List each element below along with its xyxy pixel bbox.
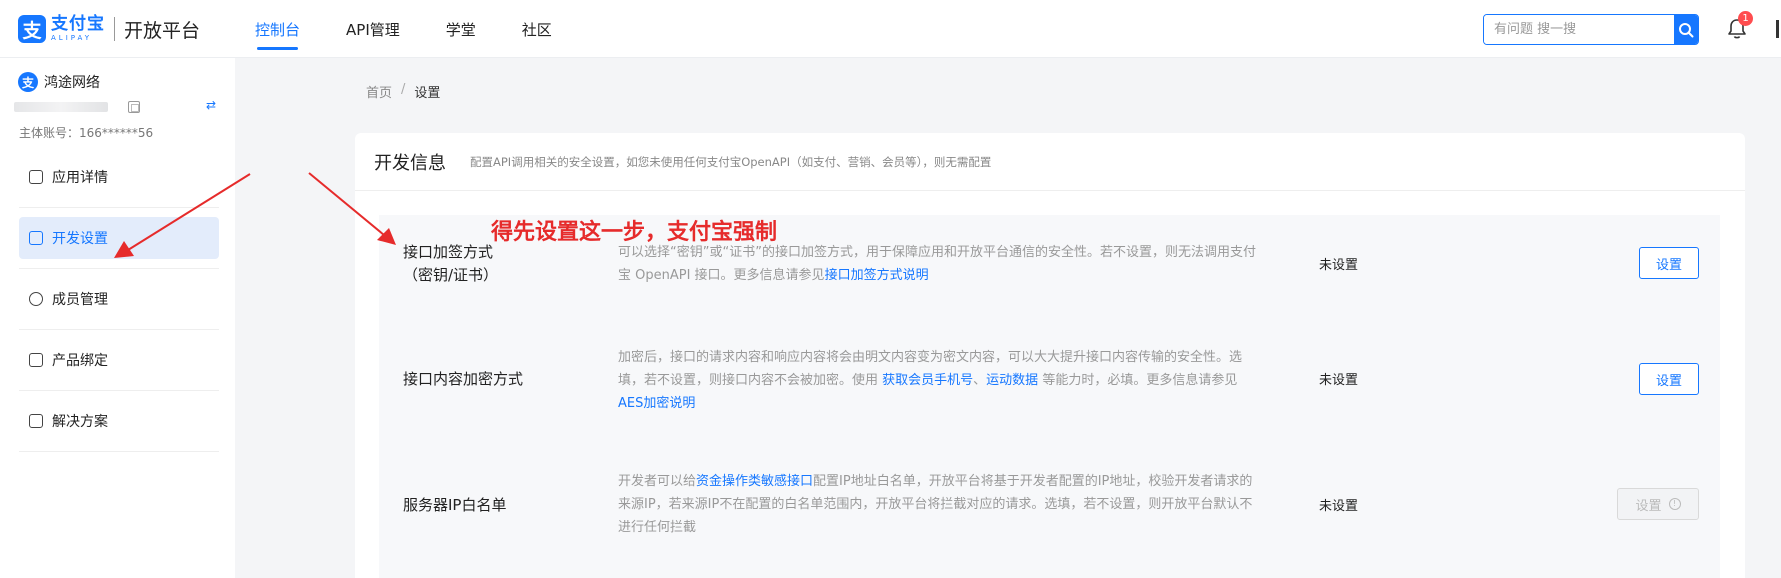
nav-academy[interactable]: 学堂	[446, 0, 476, 58]
row-description-sep: 、	[973, 373, 987, 388]
org-alipay-icon: 支	[18, 72, 38, 92]
row-title-line2: （密钥/证书）	[403, 266, 499, 284]
alipay-logo[interactable]: 支 支付宝 ALIPAY 开放平台	[18, 15, 200, 43]
solution-icon	[29, 414, 43, 428]
notification-button[interactable]: 1	[1727, 11, 1753, 40]
breadcrumb-separator: /	[401, 82, 406, 97]
sidebar-item-label: 应用详情	[52, 170, 108, 186]
nav-console[interactable]: 控制台	[255, 0, 300, 58]
search-icon	[1679, 22, 1694, 37]
settings-row-ip-whitelist: 服务器IP白名单 开发者可以给资金操作类敏感接口配置IP地址白名单，开放平台将基…	[379, 458, 1720, 568]
content-encryption-settings-button[interactable]: 设置	[1639, 363, 1699, 395]
sign-method-settings-button[interactable]: 设置	[1639, 247, 1699, 279]
row-title: 服务器IP白名单	[403, 494, 506, 517]
sidebar-item-label: 产品绑定	[52, 353, 108, 369]
search-button[interactable]	[1674, 15, 1698, 44]
member-phone-link[interactable]: 获取会员手机号	[882, 373, 973, 388]
sidebar-item-app-detail[interactable]: 应用详情	[19, 156, 219, 208]
row-title-line1: 接口加签方式	[403, 243, 494, 261]
search-box	[1483, 14, 1699, 45]
sidebar-menu: 应用详情 开发设置 成员管理 产品绑定 解决方案	[19, 156, 219, 461]
dev-info-card: 开发信息 配置API调用相关的安全设置，如您未使用任何支付宝OpenAPI（如支…	[355, 133, 1745, 578]
app-detail-icon	[29, 170, 43, 184]
button-label: 设置	[1635, 498, 1662, 514]
settings-row-content-encryption: 接口内容加密方式 加密后，接口的请求内容和响应内容将会由明文内容变为密文内容，可…	[379, 333, 1720, 443]
row-description-text-2: 等能力时，必填。更多信息请参见	[1038, 373, 1238, 388]
row-description: 加密后，接口的请求内容和响应内容将会由明文内容变为密文内容，可以大大提升接口内容…	[618, 346, 1258, 415]
row-status: 未设置	[1319, 258, 1359, 273]
logo-text: 支付宝 ALIPAY	[51, 16, 105, 42]
sidebar-item-members[interactable]: 成员管理	[19, 278, 219, 330]
platform-title: 开放平台	[124, 19, 201, 42]
switch-app-icon[interactable]: ⇄	[206, 98, 216, 112]
info-icon: !	[1668, 498, 1681, 510]
sidebar-item-label: 开发设置	[52, 231, 108, 247]
copy-icon[interactable]	[128, 101, 140, 113]
logo-divider	[114, 17, 115, 41]
card-description: 配置API调用相关的安全设置，如您未使用任何支付宝OpenAPI（如支付、营销、…	[470, 154, 992, 169]
row-title: 接口内容加密方式	[403, 368, 523, 391]
notification-badge: 1	[1738, 11, 1753, 26]
card-title: 开发信息	[374, 152, 446, 174]
row-description-text: 可以选择“密钥”或“证书”的接口加签方式，用于保障应用和开放平台通信的安全性。若…	[618, 245, 1256, 283]
row-description-text: 开发者可以给	[618, 474, 697, 489]
masked-app-id	[14, 102, 108, 112]
settings-list: 接口加签方式 （密钥/证书） 可以选择“密钥”或“证书”的接口加签方式，用于保障…	[379, 215, 1720, 578]
dev-settings-icon	[29, 231, 43, 245]
row-title-line1: 接口内容加密方式	[403, 370, 524, 388]
sidebar-item-label: 解决方案	[52, 414, 108, 430]
org-name: 鸿途网络	[44, 75, 100, 91]
product-bind-icon	[29, 353, 43, 367]
org-info: 支 鸿途网络	[18, 72, 100, 92]
card-header: 开发信息 配置API调用相关的安全设置，如您未使用任何支付宝OpenAPI（如支…	[355, 133, 1745, 191]
alipay-logo-icon: 支	[18, 15, 46, 43]
logo-cn: 支付宝	[51, 14, 105, 34]
sidebar-item-dev-settings[interactable]: 开发设置	[19, 217, 219, 269]
row-status: 未设置	[1319, 373, 1359, 388]
aes-doc-link[interactable]: AES加密说明	[618, 396, 695, 411]
nav-api-management[interactable]: API管理	[346, 0, 400, 58]
row-title-line1: 服务器IP白名单	[403, 496, 507, 514]
sign-method-doc-link[interactable]: 接口加签方式说明	[825, 268, 929, 283]
ip-whitelist-settings-button[interactable]: 设置 !	[1617, 488, 1699, 520]
sports-data-link[interactable]: 运动数据	[986, 373, 1038, 388]
sidebar-item-solution[interactable]: 解决方案	[19, 400, 219, 452]
annotation-text: 得先设置这一步，支付宝强制	[491, 220, 778, 245]
sidebar-item-label: 成员管理	[52, 292, 108, 308]
nav-community[interactable]: 社区	[522, 0, 552, 58]
search-input[interactable]	[1484, 15, 1674, 44]
breadcrumb: 首页 / 设置	[366, 82, 440, 101]
sidebar: 支 鸿途网络 ⇄ 主体账号：166******56 应用详情 开发设置 成员管理…	[0, 58, 235, 578]
top-bar: 支 支付宝 ALIPAY 开放平台 控制台 API管理 学堂 社区 1	[0, 0, 1781, 58]
breadcrumb-home[interactable]: 首页	[366, 82, 392, 101]
breadcrumb-current: 设置	[414, 86, 441, 101]
logo-en: ALIPAY	[51, 34, 93, 42]
account-label: 主体账号：166******56	[19, 126, 154, 140]
sensitive-api-link[interactable]: 资金操作类敏感接口	[696, 474, 813, 489]
edge-divider	[1776, 20, 1779, 38]
row-status: 未设置	[1319, 499, 1359, 514]
sidebar-item-product-bind[interactable]: 产品绑定	[19, 339, 219, 391]
row-description: 开发者可以给资金操作类敏感接口配置IP地址白名单，开放平台将基于开发者配置的IP…	[618, 470, 1258, 539]
top-nav: 控制台 API管理 学堂 社区	[255, 0, 598, 58]
members-icon	[29, 292, 43, 306]
row-title: 接口加签方式 （密钥/证书）	[403, 241, 498, 287]
row-description: 可以选择“密钥”或“证书”的接口加签方式，用于保障应用和开放平台通信的安全性。若…	[618, 241, 1258, 287]
